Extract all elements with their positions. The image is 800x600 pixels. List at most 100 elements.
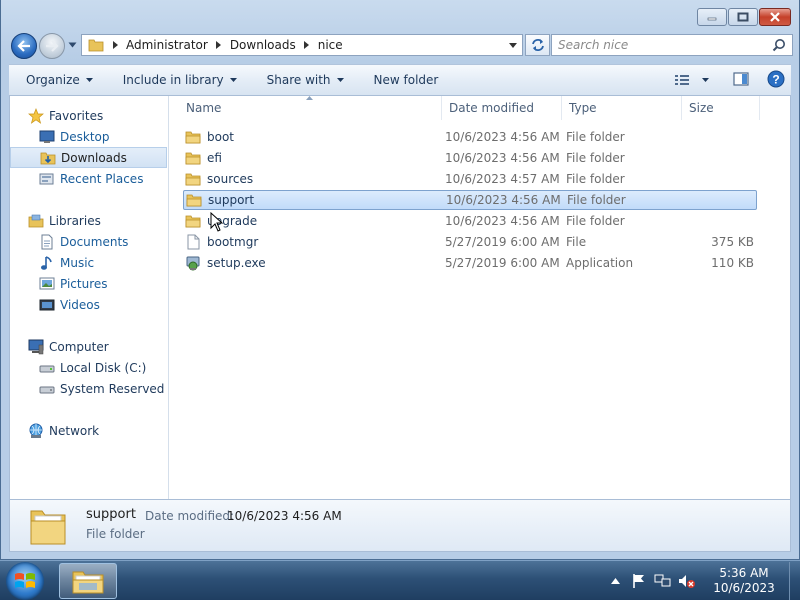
file-name-cell[interactable]: efi <box>185 148 222 168</box>
chevron-down-icon <box>336 78 344 82</box>
crumb-downloads[interactable]: Downloads <box>226 38 300 52</box>
file-date-modified: 10/6/2023 4:56 AM <box>445 214 560 228</box>
system-tray: 5:36 AM 10/6/2023 <box>605 561 800 600</box>
file-name-cell[interactable]: boot <box>185 127 234 147</box>
nav-favorites-label: Favorites <box>49 108 104 123</box>
svg-text:?: ? <box>772 72 779 86</box>
forward-button[interactable] <box>39 33 65 59</box>
taskbar-explorer-button[interactable] <box>59 563 117 599</box>
address-bar[interactable]: Administrator Downloads nice <box>81 34 523 56</box>
file-row[interactable]: efi 10/6/2023 4:56 AM File folder <box>183 148 757 168</box>
include-in-library-menu[interactable]: Include in library <box>104 65 248 95</box>
close-button[interactable] <box>759 8 791 26</box>
nav-documents[interactable]: Documents <box>39 231 128 252</box>
nav-recent-places[interactable]: Recent Places <box>39 168 143 189</box>
address-dropdown-button[interactable] <box>504 35 522 55</box>
nav-favorites[interactable]: Favorites <box>28 105 103 126</box>
file-icon <box>185 234 201 250</box>
column-header-size[interactable]: Size <box>682 96 760 120</box>
nav-downloads[interactable]: Downloads <box>10 147 167 168</box>
explorer-folder-icon <box>72 571 104 594</box>
search-icon[interactable] <box>772 38 786 52</box>
file-row[interactable]: upgrade 10/6/2023 4:56 AM File folder <box>183 211 757 231</box>
file-name-cell[interactable]: support <box>186 191 254 209</box>
maximize-button[interactable] <box>728 8 758 26</box>
nav-local-disk[interactable]: Local Disk (C:) <box>39 357 146 378</box>
file-type: File folder <box>566 214 625 228</box>
file-name-cell[interactable]: bootmgr <box>185 232 258 252</box>
star-icon <box>28 107 44 124</box>
file-name: sources <box>207 172 254 186</box>
nav-system-reserved[interactable]: System Reserved (E:) <box>39 378 168 399</box>
file-date-modified: 10/6/2023 4:57 AM <box>445 172 560 186</box>
file-row[interactable]: support 10/6/2023 4:56 AM File folder <box>183 190 757 210</box>
file-type: File folder <box>566 151 625 165</box>
details-item-type: File folder <box>86 527 145 541</box>
file-row[interactable]: sources 10/6/2023 4:57 AM File folder <box>183 169 757 189</box>
search-box[interactable] <box>551 34 793 56</box>
crumb-administrator[interactable]: Administrator <box>122 38 212 52</box>
nav-computer-label: Computer <box>49 339 109 354</box>
share-with-menu[interactable]: Share with <box>248 65 355 95</box>
address-row: Administrator Downloads nice <box>9 31 793 59</box>
file-name: bootmgr <box>207 235 259 249</box>
crumb-separator-icon[interactable] <box>300 41 314 49</box>
network-status-icon[interactable] <box>653 571 673 591</box>
folder-icon <box>185 171 201 187</box>
chevron-up-icon <box>610 577 620 584</box>
nav-libraries[interactable]: Libraries <box>28 210 101 231</box>
libraries-icon <box>28 213 44 229</box>
change-view-button[interactable] <box>674 74 709 86</box>
new-folder-button[interactable]: New folder <box>355 65 450 95</box>
show-desktop-button[interactable] <box>789 561 800 600</box>
new-folder-label: New folder <box>373 73 439 87</box>
show-hidden-icons-button[interactable] <box>605 571 625 591</box>
column-header-date-modified[interactable]: Date modified <box>442 96 562 120</box>
file-row[interactable]: setup.exe 5/27/2019 6:00 AM Application 110… <box>183 253 757 273</box>
file-name-cell[interactable]: setup.exe <box>185 253 266 273</box>
details-pane: support Date modified: 10/6/2023 4:56 AM… <box>9 499 791 552</box>
clock[interactable]: 5:36 AM 10/6/2023 <box>707 566 781 596</box>
nav-music[interactable]: Music <box>39 252 94 273</box>
volume-muted-icon[interactable] <box>677 571 697 591</box>
organize-menu[interactable]: Organize <box>9 65 104 95</box>
preview-pane-button[interactable] <box>733 71 749 89</box>
nav-system-reserved-label: System Reserved (E:) <box>60 381 168 396</box>
explorer-window: Administrator Downloads nice Search nice… <box>0 0 800 560</box>
file-row[interactable]: bootmgr 5/27/2019 6:00 AM File 375 KB <box>183 232 757 252</box>
file-date-modified: 5/27/2019 6:00 AM <box>445 235 560 249</box>
folder-icon <box>186 192 202 208</box>
back-button[interactable] <box>11 33 37 59</box>
computer-icon <box>28 339 44 355</box>
pictures-icon <box>39 276 55 292</box>
crumb-separator-icon[interactable] <box>212 41 226 49</box>
desktop-icon <box>39 129 55 145</box>
refresh-button[interactable] <box>525 34 550 56</box>
nav-desktop[interactable]: Desktop <box>39 126 110 147</box>
refresh-icon <box>531 39 544 51</box>
file-name: support <box>208 193 255 207</box>
nav-computer[interactable]: Computer <box>28 336 109 357</box>
help-button[interactable]: ? <box>767 70 785 91</box>
nav-videos[interactable]: Videos <box>39 294 100 315</box>
nav-network[interactable]: Network <box>28 420 99 441</box>
crumb-nice[interactable]: nice <box>314 38 347 52</box>
minimize-button[interactable] <box>697 8 727 26</box>
search-input[interactable] <box>552 37 772 53</box>
nav-pictures[interactable]: Pictures <box>39 273 108 294</box>
clock-date: 10/6/2023 <box>713 580 775 595</box>
details-date-label: Date modified: <box>145 509 235 523</box>
file-name-cell[interactable]: sources <box>185 169 253 189</box>
nav-downloads-label: Downloads <box>61 150 127 165</box>
file-list: Name Date modified Type Size boot 10/6/20… <box>169 96 790 499</box>
clock-time: 5:36 AM <box>719 565 769 580</box>
column-header-name[interactable]: Name <box>179 96 442 120</box>
recent-pages-dropdown[interactable] <box>68 42 77 48</box>
address-folder-icon <box>82 38 108 52</box>
file-row[interactable]: boot 10/6/2023 4:56 AM File folder <box>183 127 757 147</box>
start-button[interactable] <box>6 562 44 600</box>
crumb-separator-icon[interactable] <box>108 41 122 49</box>
column-header-type[interactable]: Type <box>562 96 682 120</box>
action-center-icon[interactable] <box>629 571 649 591</box>
nav-music-label: Music <box>60 255 95 270</box>
